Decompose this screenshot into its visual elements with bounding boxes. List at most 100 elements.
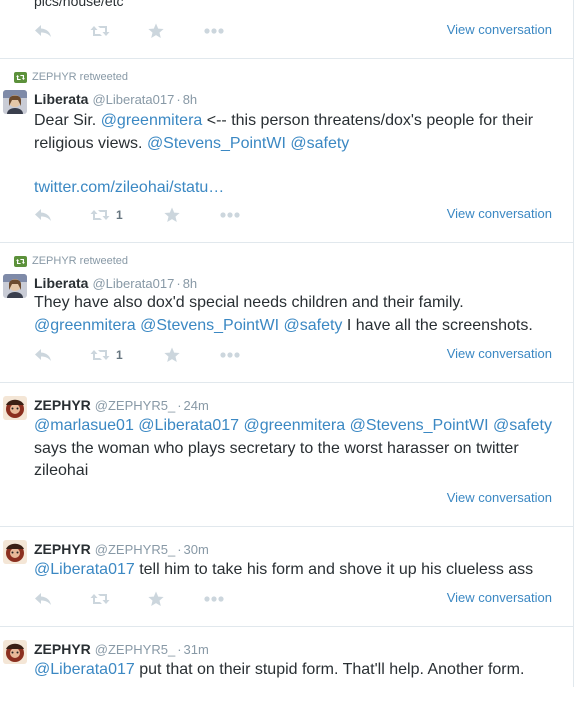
- timestamp[interactable]: 31m: [184, 642, 209, 657]
- mention-link[interactable]: @greenmitera: [101, 112, 203, 129]
- tweet-item[interactable]: ZEPHYR @ZEPHYR5_ · 24m @marlasue01 @Libe…: [0, 382, 573, 527]
- text-segment: put that on their stupid form. That'll h…: [134, 661, 525, 678]
- reply-button[interactable]: [34, 346, 52, 364]
- view-conversation-link[interactable]: View conversation: [447, 206, 552, 221]
- avatar[interactable]: [3, 396, 27, 420]
- timestamp[interactable]: 8h: [183, 276, 197, 291]
- tweet-header: Liberata @Liberata017 · 8h: [34, 91, 197, 107]
- retweet-icon: [90, 26, 110, 36]
- mention-link[interactable]: @Liberata017: [34, 661, 135, 678]
- mention-link[interactable]: @Liberata017: [34, 561, 135, 578]
- more-icon: [220, 212, 240, 218]
- mention-link[interactable]: @Liberata017: [138, 417, 239, 434]
- favorite-icon: [148, 591, 164, 606]
- avatar[interactable]: [3, 90, 27, 114]
- favorite-button[interactable]: [164, 346, 180, 364]
- tweet-actions: View conversation: [34, 590, 564, 610]
- retweet-button[interactable]: 1: [90, 206, 123, 224]
- retweet-icon: [90, 350, 110, 360]
- retweet-count: 1: [116, 348, 123, 362]
- tweet-item[interactable]: ZEPHYR retweeted Liberata @Liberata017 ·…: [0, 58, 573, 243]
- retweet-button[interactable]: [90, 22, 110, 40]
- separator-dot: ·: [177, 642, 182, 657]
- tweet-actions: View conversation: [34, 22, 564, 42]
- timeline: pics/house/etc View conversation ZEPHYR …: [0, 0, 574, 687]
- favorite-button[interactable]: [148, 590, 164, 608]
- tweet-text: Dear Sir. @greenmitera <-- this person t…: [34, 110, 564, 200]
- author-name[interactable]: ZEPHYR: [34, 641, 91, 657]
- tweet-item[interactable]: ZEPHYR @ZEPHYR5_ · 30m @Liberata017 tell…: [0, 526, 573, 627]
- more-button[interactable]: [204, 590, 224, 608]
- reply-button[interactable]: [34, 590, 52, 608]
- text-segment: Dear Sir.: [34, 112, 101, 129]
- retweet-context-icon: [14, 255, 27, 267]
- mention-link[interactable]: @Stevens_PointWI: [140, 317, 279, 334]
- tweet-header: ZEPHYR @ZEPHYR5_ · 30m: [34, 541, 209, 557]
- separator-dot: ·: [176, 92, 181, 107]
- mention-link[interactable]: @safety: [284, 317, 343, 334]
- timestamp[interactable]: 8h: [183, 92, 197, 107]
- avatar[interactable]: [3, 274, 27, 298]
- author-handle[interactable]: @ZEPHYR5_: [95, 398, 175, 413]
- text-segment: tell him to take his form and shove it u…: [134, 561, 534, 578]
- tweet-actions: 1 View conversation: [34, 206, 564, 226]
- tweet-header: Liberata @Liberata017 · 8h: [34, 275, 197, 291]
- author-name[interactable]: ZEPHYR: [34, 541, 91, 557]
- view-conversation-link[interactable]: View conversation: [447, 590, 552, 605]
- view-conversation-link[interactable]: View conversation: [447, 346, 552, 361]
- more-button[interactable]: [204, 22, 224, 40]
- more-icon: [220, 352, 240, 358]
- tweet-item[interactable]: pics/house/etc View conversation: [0, 0, 573, 59]
- text-segment: says the woman who plays secretary to th…: [34, 439, 519, 480]
- author-handle[interactable]: @Liberata017: [92, 276, 174, 291]
- reply-button[interactable]: [34, 22, 52, 40]
- view-conversation-link[interactable]: View conversation: [447, 490, 552, 505]
- author-name[interactable]: Liberata: [34, 275, 88, 291]
- text-segment: I have all the screenshots.: [342, 316, 533, 334]
- retweet-context-icon: [14, 71, 27, 83]
- mention-link[interactable]: @safety: [493, 417, 552, 434]
- author-name[interactable]: Liberata: [34, 91, 88, 107]
- avatar[interactable]: [3, 640, 27, 664]
- mention-link[interactable]: @Stevens_PointWI: [147, 135, 286, 152]
- retweet-button[interactable]: 1: [90, 346, 123, 364]
- more-button[interactable]: [220, 346, 240, 364]
- avatar[interactable]: [3, 540, 27, 564]
- retweet-button[interactable]: [90, 590, 110, 608]
- timestamp[interactable]: 30m: [184, 542, 209, 557]
- retweet-icon: [90, 210, 110, 220]
- tweet-item[interactable]: ZEPHYR retweeted Liberata @Liberata017 ·…: [0, 242, 573, 383]
- author-handle[interactable]: @ZEPHYR5_: [95, 542, 175, 557]
- favorite-button[interactable]: [148, 22, 164, 40]
- reply-button[interactable]: [34, 206, 52, 224]
- author-handle[interactable]: @ZEPHYR5_: [95, 642, 175, 657]
- timestamp[interactable]: 24m: [184, 398, 209, 413]
- retweet-context: ZEPHYR retweeted: [14, 255, 128, 267]
- mention-link[interactable]: @safety: [290, 135, 349, 152]
- separator-dot: ·: [176, 276, 181, 291]
- favorite-icon: [164, 207, 180, 222]
- tweet-text: They have also dox'd special needs child…: [34, 292, 564, 337]
- mention-link[interactable]: @greenmitera: [34, 317, 136, 334]
- more-icon: [204, 28, 224, 34]
- reply-icon: [35, 209, 51, 221]
- reply-icon: [35, 349, 51, 361]
- author-handle[interactable]: @Liberata017: [92, 92, 174, 107]
- author-name[interactable]: ZEPHYR: [34, 397, 91, 413]
- tweet-actions: 1 View conversation: [34, 346, 564, 366]
- view-conversation-link[interactable]: View conversation: [447, 22, 552, 37]
- retweet-count: 1: [116, 208, 123, 222]
- tweet-url-link[interactable]: twitter.com/zileohai/statu…: [34, 179, 224, 196]
- tweet-text: @Liberata017 tell him to take his form a…: [34, 559, 564, 582]
- tweet-item[interactable]: ZEPHYR @ZEPHYR5_ · 31m @Liberata017 put …: [0, 626, 573, 706]
- favorite-button[interactable]: [164, 206, 180, 224]
- mention-link[interactable]: @greenmitera: [244, 417, 346, 434]
- mention-link[interactable]: @marlasue01: [34, 417, 134, 434]
- mention-link[interactable]: @Stevens_PointWI: [350, 417, 489, 434]
- retweet-icon: [90, 594, 110, 604]
- retweet-context-label: ZEPHYR retweeted: [32, 255, 128, 267]
- more-button[interactable]: [220, 206, 240, 224]
- tweet-actions: View conversation: [34, 490, 564, 510]
- tweet-header: ZEPHYR @ZEPHYR5_ · 31m: [34, 641, 209, 657]
- retweet-context-label: ZEPHYR retweeted: [32, 71, 128, 83]
